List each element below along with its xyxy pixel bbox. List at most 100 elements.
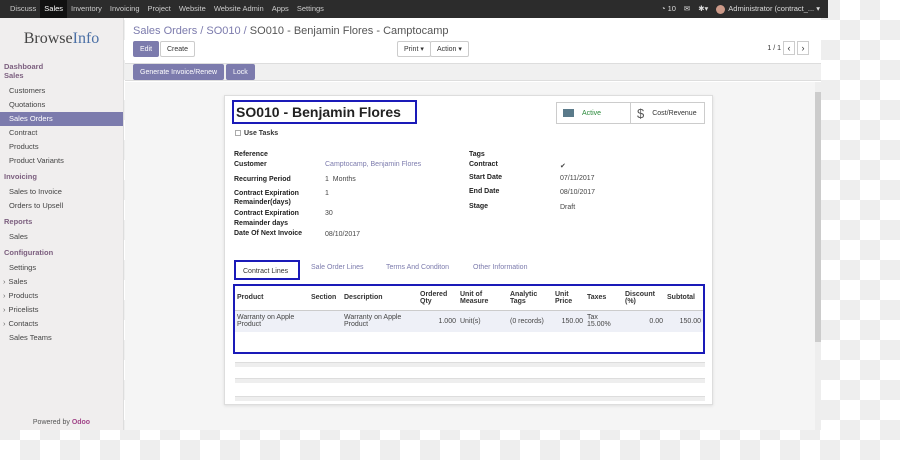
sidebar-item-settings[interactable]: Settings — [0, 261, 123, 275]
app-sales[interactable]: Sales — [40, 0, 68, 18]
stage-field: Draft — [560, 204, 576, 211]
pager-prev-button[interactable]: ‹ — [783, 41, 795, 55]
sidebar-item-product-variants[interactable]: Product Variants — [0, 154, 123, 168]
col-description[interactable]: Description — [342, 286, 418, 311]
label-next-invoice: Date Of Next Invoice — [234, 230, 303, 237]
app-website-admin[interactable]: Website Admin — [210, 0, 268, 18]
cell-ordered-qty[interactable]: 1.000 — [418, 310, 458, 332]
app-settings[interactable]: Settings — [293, 0, 328, 18]
sidebar-item-reports-sales[interactable]: Sales — [0, 230, 123, 244]
user-name: Administrator (contract_... — [728, 4, 815, 14]
menu-head-reports[interactable]: Reports — [0, 217, 123, 226]
app-discuss[interactable]: Discuss — [6, 0, 40, 18]
messages-icon[interactable]: ✉ — [684, 4, 690, 13]
expiration-remainder-field-2[interactable]: 30 — [325, 210, 333, 217]
app-apps[interactable]: Apps — [268, 0, 293, 18]
user-menu[interactable]: Administrator (contract_... ▾ — [716, 4, 820, 14]
cell-description[interactable]: Warranty on Apple Product — [342, 310, 418, 332]
divider — [235, 396, 705, 401]
lock-button[interactable]: Lock — [226, 64, 255, 80]
expiration-remainder-field[interactable]: 1 — [325, 190, 329, 197]
odoo-link[interactable]: Odoo — [72, 419, 90, 426]
cell-section[interactable] — [309, 310, 342, 332]
menu-head-configuration[interactable]: Configuration — [0, 248, 123, 257]
label-contract-expiration-2: Contract Expiration — [234, 210, 299, 217]
customer-field[interactable]: Camptocamp, Benjamin Flores — [325, 161, 421, 168]
cell-unit-price[interactable]: 150.00 — [553, 310, 585, 332]
col-discount[interactable]: Discount (%) — [623, 286, 665, 311]
col-product[interactable]: Product — [235, 286, 309, 311]
sidebar-item-pricelists[interactable]: Pricelists — [0, 303, 123, 317]
sidebar-item-products[interactable]: Products — [0, 140, 123, 154]
sidebar-item-quotations[interactable]: Quotations — [0, 98, 123, 112]
sidebar-item-contract[interactable]: Contract — [0, 126, 123, 140]
menu-head-sales[interactable]: Sales — [0, 71, 123, 80]
start-date-field[interactable]: 07/11/2017 — [560, 175, 595, 182]
avatar — [716, 4, 726, 14]
bug-icon[interactable]: ✱▾ — [698, 4, 708, 13]
scrollbar-thumb[interactable] — [815, 92, 821, 342]
app-website[interactable]: Website — [175, 0, 210, 18]
sidebar-item-sales-teams[interactable]: Sales Teams — [0, 331, 123, 345]
label-contract-expiration: Contract Expiration — [234, 190, 299, 197]
tab-contract-lines[interactable]: Contract Lines — [234, 260, 300, 280]
generate-invoice-button[interactable]: Generate Invoice/Renew — [133, 64, 225, 80]
cost-revenue-button[interactable]: $ Cost/Revenue — [630, 102, 705, 124]
col-analytic-tags[interactable]: Analytic Tags — [508, 286, 553, 311]
sidebar-item-sales-to-invoice[interactable]: Sales to Invoice — [0, 185, 123, 199]
dollar-icon: $ — [637, 105, 645, 121]
sidebar-item-contacts[interactable]: Contacts — [0, 317, 123, 331]
company-logo[interactable]: BrowseInfo — [0, 30, 123, 48]
pager: 1 / 1 ‹ › — [767, 41, 809, 55]
tab-sale-order-lines[interactable]: Sale Order Lines — [311, 264, 364, 271]
cell-discount[interactable]: 0.00 — [623, 310, 665, 332]
chat-indicator[interactable]: ◔ 10 — [661, 4, 676, 13]
cell-uom[interactable]: Unit(s) — [458, 310, 508, 332]
col-uom[interactable]: Unit of Measure — [458, 286, 508, 311]
sidebar-item-customers[interactable]: Customers — [0, 84, 123, 98]
end-date-field[interactable]: 08/10/2017 — [560, 189, 595, 196]
pager-next-button[interactable]: › — [797, 41, 809, 55]
menu-head-invoicing[interactable]: Invoicing — [0, 172, 123, 181]
table-header-row: Product Section Description Ordered Qty … — [235, 286, 703, 311]
col-unit-price[interactable]: Unit Price — [553, 286, 585, 311]
col-taxes[interactable]: Taxes — [585, 286, 623, 311]
next-invoice-field[interactable]: 08/10/2017 — [325, 231, 360, 238]
sidebar-item-sales-orders[interactable]: Sales Orders — [0, 112, 123, 126]
cell-analytic-tags[interactable]: (0 records) — [508, 310, 553, 332]
scrollbar[interactable] — [815, 82, 821, 430]
tab-terms[interactable]: Terms And Conditon — [386, 264, 449, 271]
label-tags: Tags — [469, 151, 485, 158]
recurring-period-field[interactable]: 1 Months — [325, 176, 356, 183]
logo-text-2: Info — [72, 30, 100, 47]
sidebar-item-config-sales[interactable]: Sales — [0, 275, 123, 289]
cell-taxes[interactable]: Tax 15.00% — [585, 310, 623, 332]
tab-other-information[interactable]: Other Information — [473, 264, 527, 271]
breadcrumb-sales-orders[interactable]: Sales Orders — [133, 25, 197, 37]
use-tasks-checkbox[interactable]: Use Tasks — [235, 130, 278, 137]
app-inventory[interactable]: Inventory — [67, 0, 106, 18]
create-button[interactable]: Create — [160, 41, 196, 57]
col-ordered-qty[interactable]: Ordered Qty — [418, 286, 458, 311]
cell-product[interactable]: Warranty on Apple Product — [235, 310, 309, 332]
col-section[interactable]: Section — [309, 286, 342, 311]
col-subtotal[interactable]: Subtotal — [665, 286, 703, 311]
breadcrumb-so010[interactable]: SO010 — [206, 25, 240, 37]
table-row[interactable]: Warranty on Apple Product Warranty on Ap… — [235, 310, 703, 332]
contract-checkbox[interactable]: ✔ — [560, 162, 566, 170]
active-toggle-button[interactable]: Active — [556, 102, 631, 124]
breadcrumb: Sales Orders / SO010 / SO010 - Benjamin … — [133, 25, 449, 37]
app-project[interactable]: Project — [144, 0, 175, 18]
print-button[interactable]: Print ▾ — [397, 41, 431, 57]
control-panel: Sales Orders / SO010 / SO010 - Benjamin … — [125, 18, 821, 64]
sidebar-item-orders-to-upsell[interactable]: Orders to Upsell — [0, 199, 123, 213]
edit-button[interactable]: Edit — [133, 41, 160, 57]
contract-lines-table: Product Section Description Ordered Qty … — [233, 284, 705, 354]
action-button[interactable]: Action ▾ — [430, 41, 469, 57]
sidebar-item-config-products[interactable]: Products — [0, 289, 123, 303]
use-tasks-label: Use Tasks — [244, 130, 279, 137]
cell-subtotal[interactable]: 150.00 — [665, 310, 703, 332]
recurring-unit: Months — [332, 176, 356, 183]
menu-head-dashboard[interactable]: Dashboard — [0, 62, 123, 71]
app-invoicing[interactable]: Invoicing — [106, 0, 144, 18]
